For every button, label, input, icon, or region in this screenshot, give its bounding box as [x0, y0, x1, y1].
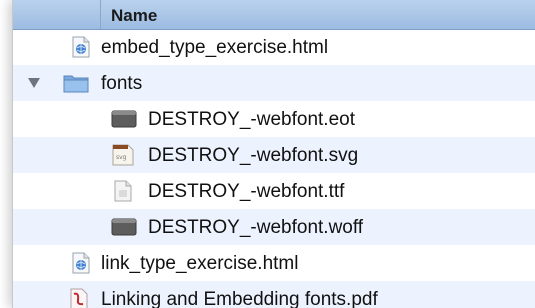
- file-row-woff[interactable]: DESTROY_-webfont.woff: [13, 209, 535, 245]
- name-column-label[interactable]: Name: [111, 6, 157, 26]
- file-row-embed-html[interactable]: embed_type_exercise.html: [13, 29, 535, 65]
- file-row-ttf[interactable]: DESTROY_-webfont.ttf: [13, 173, 535, 209]
- column-divider[interactable]: [100, 0, 101, 29]
- folder-icon: [63, 72, 89, 94]
- file-name: DESTROY_-webfont.svg: [148, 145, 359, 166]
- file-row-link-html[interactable]: link_type_exercise.html: [13, 245, 535, 281]
- ttf-file-icon: [113, 180, 133, 202]
- woff-file-icon: [111, 216, 137, 238]
- file-name: DESTROY_-webfont.woff: [148, 217, 364, 238]
- folder-name: fonts: [101, 73, 143, 94]
- html-file-icon: [71, 36, 91, 58]
- file-row-svg[interactable]: svg DESTROY_-webfont.svg: [13, 137, 535, 173]
- file-row-eot[interactable]: DESTROY_-webfont.eot: [13, 101, 535, 137]
- column-header[interactable]: Name: [13, 0, 535, 30]
- file-row-pdf[interactable]: Linking and Embedding fonts.pdf: [13, 281, 535, 308]
- eot-file-icon: [111, 108, 137, 130]
- file-name: DESTROY_-webfont.eot: [148, 109, 355, 130]
- folder-row-fonts[interactable]: fonts: [13, 65, 535, 101]
- file-name: embed_type_exercise.html: [101, 37, 329, 58]
- file-name: DESTROY_-webfont.ttf: [148, 181, 345, 202]
- file-name: link_type_exercise.html: [101, 253, 299, 274]
- html-file-icon: [71, 252, 91, 274]
- finder-window: Name embed_type_exercise.html fonts DEST…: [12, 0, 535, 308]
- pdf-file-icon: [69, 288, 89, 308]
- svg-text:svg: svg: [116, 154, 127, 161]
- disclosure-triangle-icon[interactable]: [28, 77, 40, 89]
- file-name: Linking and Embedding fonts.pdf: [101, 289, 378, 308]
- svg-file-icon: svg: [111, 144, 135, 166]
